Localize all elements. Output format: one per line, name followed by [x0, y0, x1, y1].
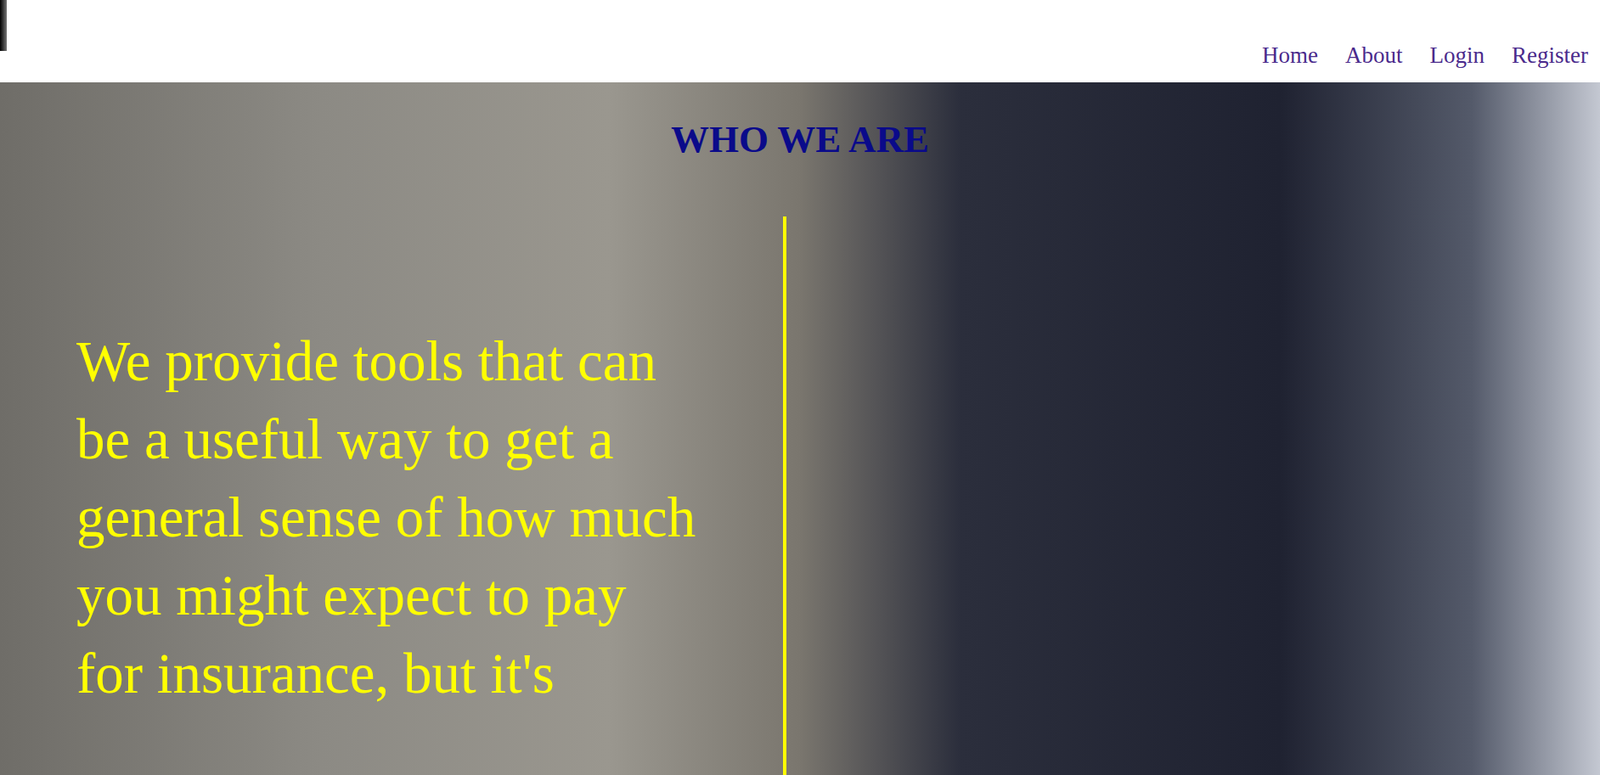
hero-text: We provide tools that can be a useful wa… — [76, 321, 697, 713]
logo-image — [0, 0, 7, 51]
hero-row: We provide tools that can be a useful wa… — [0, 216, 1600, 775]
divider-line — [783, 216, 787, 775]
hero-title: WHO WE ARE — [0, 116, 1600, 163]
nav-link[interactable]: About — [1345, 42, 1403, 69]
page: Home About Login Register WHO WE ARE We provi… — [0, 0, 1600, 775]
header: Home About Login Register — [0, 0, 1600, 83]
hero-text-column: We provide tools that can be a useful wa… — [76, 216, 784, 775]
nav-bar: Home About Login Register — [1261, 42, 1589, 69]
nav-link[interactable]: Register — [1511, 42, 1589, 69]
nav-link[interactable]: Login — [1430, 42, 1486, 69]
nav-link[interactable]: Home — [1261, 42, 1319, 69]
hero-section: WHO WE ARE We provide tools that can be a… — [0, 82, 1600, 775]
